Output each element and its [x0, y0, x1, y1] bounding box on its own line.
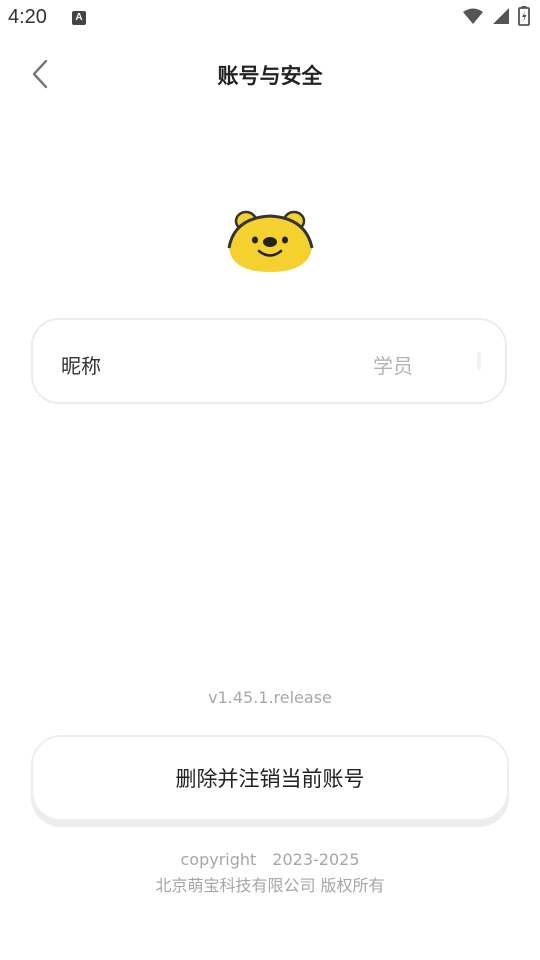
- nickname-value: 学员: [373, 354, 413, 378]
- status-time: 4:20: [8, 6, 47, 28]
- nickname-row[interactable]: 昵称 学员: [31, 318, 507, 404]
- status-icons: [462, 6, 530, 26]
- copyright-text: copyright 2023-2025: [180, 850, 360, 869]
- scroll-indicator: [477, 352, 481, 370]
- notification-a-icon: A: [72, 11, 86, 25]
- bear-mascot-icon: [226, 208, 316, 278]
- nickname-label: 昵称: [61, 354, 101, 378]
- company-text: 北京萌宝科技有限公司 版权所有: [155, 876, 385, 895]
- wifi-icon: [463, 8, 483, 24]
- delete-account-button[interactable]: 删除并注销当前账号: [31, 735, 509, 821]
- header: 账号与安全: [0, 46, 540, 102]
- app-version: v1.45.1.release: [208, 688, 332, 707]
- status-bar: 4:20 A: [0, 0, 540, 36]
- battery-icon: [518, 6, 530, 26]
- page-title: 账号与安全: [217, 64, 323, 88]
- signal-icon: [493, 8, 509, 24]
- delete-account-label: 删除并注销当前账号: [175, 767, 365, 791]
